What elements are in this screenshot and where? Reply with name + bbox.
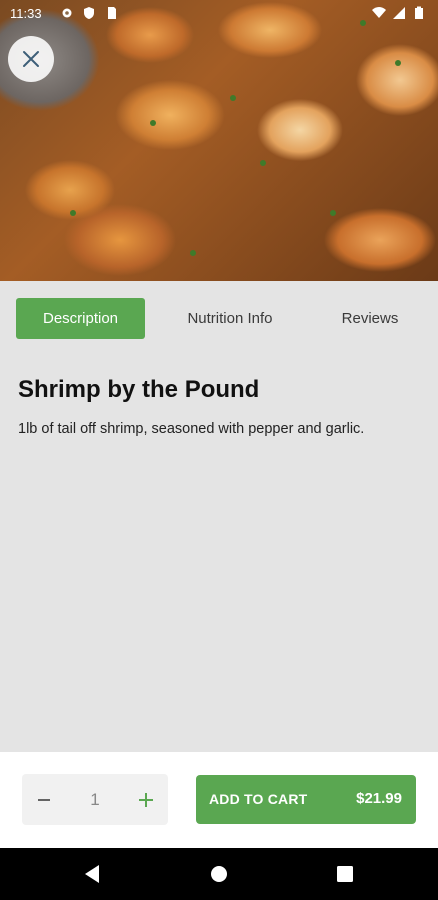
close-button[interactable]	[8, 36, 54, 82]
tab-nutrition-info[interactable]: Nutrition Info	[165, 298, 295, 339]
recents-square-icon	[337, 866, 353, 882]
product-description: 1lb of tail off shrimp, seasoned with pe…	[18, 421, 365, 437]
bottom-action-bar: 1 ADD TO CART $21.99	[0, 752, 438, 848]
recents-button[interactable]	[333, 862, 357, 886]
herb-garnish	[330, 210, 336, 216]
quantity-value: 1	[90, 789, 100, 809]
signal-icon	[393, 7, 405, 19]
product-image	[0, 0, 438, 281]
tab-bar: Description Nutrition Info Reviews	[0, 281, 438, 351]
home-circle-icon	[211, 866, 227, 882]
product-title: Shrimp by the Pound	[18, 376, 260, 403]
herb-garnish	[190, 250, 196, 256]
tab-description[interactable]: Description	[16, 298, 145, 339]
herb-garnish	[230, 95, 236, 101]
add-to-cart-button[interactable]: ADD TO CART $21.99	[196, 775, 416, 824]
cart-price: $21.99	[356, 790, 402, 807]
decrease-quantity-button[interactable]	[22, 774, 66, 825]
status-time: 11:33	[10, 6, 42, 21]
back-button[interactable]	[80, 862, 104, 886]
increase-quantity-button[interactable]	[124, 774, 168, 825]
status-bar: 11:33	[0, 0, 438, 28]
tab-reviews[interactable]: Reviews	[315, 298, 425, 339]
back-triangle-icon	[85, 865, 99, 883]
battery-icon	[415, 6, 423, 19]
add-to-cart-label: ADD TO CART	[209, 791, 308, 807]
plus-icon	[139, 792, 153, 807]
herb-garnish	[260, 160, 266, 166]
herb-garnish	[395, 60, 401, 66]
quantity-stepper: 1	[22, 774, 168, 825]
home-button[interactable]	[207, 862, 231, 886]
settings-icon	[62, 8, 72, 18]
herb-garnish	[150, 120, 156, 126]
system-navigation-bar	[0, 848, 438, 900]
close-icon	[23, 51, 39, 67]
shield-icon	[84, 7, 94, 19]
minus-icon	[38, 798, 50, 801]
wifi-icon	[372, 7, 386, 18]
sim-card-icon	[108, 7, 116, 19]
herb-garnish	[70, 210, 76, 216]
